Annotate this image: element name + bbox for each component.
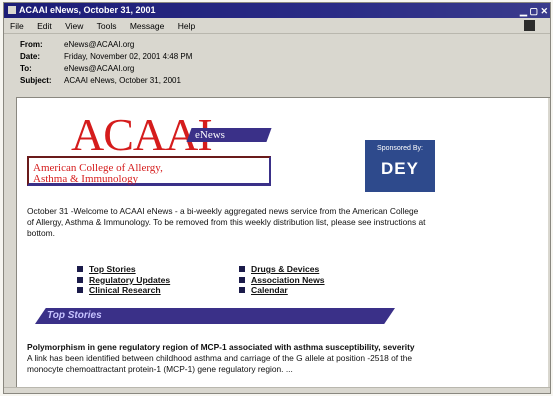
menu-file[interactable]: File — [10, 21, 24, 31]
message-headers: From: eNews@ACAAI.org Date: Friday, Novemb… — [4, 35, 550, 97]
message-body[interactable]: ACAAI eNews American College of Allergy,… — [16, 97, 550, 387]
college-name: American College of Allergy, Asthma & Im… — [27, 156, 271, 186]
email-window: ACAAI eNews, October 31, 2001 ▁ ▢ ✕ File… — [3, 2, 551, 394]
menu-edit[interactable]: Edit — [37, 21, 52, 31]
link-clinical-research[interactable]: Clinical Research — [77, 285, 217, 296]
menu-help[interactable]: Help — [178, 21, 195, 31]
header-subject: Subject: ACAAI eNews, October 31, 2001 — [20, 76, 181, 85]
sponsor-banner[interactable]: Sponsored By: DEY — [365, 140, 435, 192]
section-title: Top Stories — [47, 310, 102, 321]
vertical-scrollbar[interactable] — [548, 98, 550, 387]
link-association-news[interactable]: Association News — [239, 275, 379, 286]
menu-view[interactable]: View — [65, 21, 83, 31]
menu-bar: File Edit View Tools Message Help — [4, 18, 550, 34]
article-body: A link has been identified between child… — [27, 353, 413, 374]
top-stories-banner: Top Stories — [35, 308, 395, 324]
header-date: Date: Friday, November 02, 2001 4:48 PM — [20, 52, 193, 61]
horizontal-scrollbar[interactable] — [4, 387, 550, 393]
bullet-icon — [239, 276, 245, 283]
link-regulatory-updates[interactable]: Regulatory Updates — [77, 275, 217, 286]
bullet-icon — [77, 276, 83, 283]
menu-tools[interactable]: Tools — [97, 21, 117, 31]
link-top-stories[interactable]: Top Stories — [77, 264, 217, 275]
intro-text: October 31 -Welcome to ACAAI eNews - a b… — [27, 206, 426, 238]
header-to: To: eNews@ACAAI.org — [20, 64, 135, 73]
links-col-1: Top Stories Regulatory Updates Clinical … — [77, 264, 217, 296]
throbber-icon — [524, 20, 535, 31]
menu-message[interactable]: Message — [130, 21, 165, 31]
link-calendar[interactable]: Calendar — [239, 285, 379, 296]
bullet-icon — [77, 287, 83, 293]
enews-tag: eNews — [186, 128, 272, 142]
window-controls[interactable]: ▁ ▢ ✕ — [520, 4, 548, 19]
header-from: From: eNews@ACAAI.org — [20, 40, 135, 49]
window-icon — [8, 6, 16, 14]
article-title[interactable]: Polymorphism in gene regulatory region o… — [27, 342, 439, 353]
window-title: ACAAI eNews, October 31, 2001 — [19, 5, 156, 15]
bullet-icon — [239, 266, 245, 272]
bullet-icon — [77, 266, 83, 272]
dey-logo: DEY — [381, 159, 419, 178]
links-col-2: Drugs & Devices Association News Calenda… — [239, 264, 379, 296]
title-bar: ACAAI eNews, October 31, 2001 ▁ ▢ ✕ — [4, 3, 550, 18]
link-drugs-devices[interactable]: Drugs & Devices — [239, 264, 379, 275]
bullet-icon — [239, 287, 245, 293]
article: Polymorphism in gene regulatory region o… — [27, 342, 439, 375]
